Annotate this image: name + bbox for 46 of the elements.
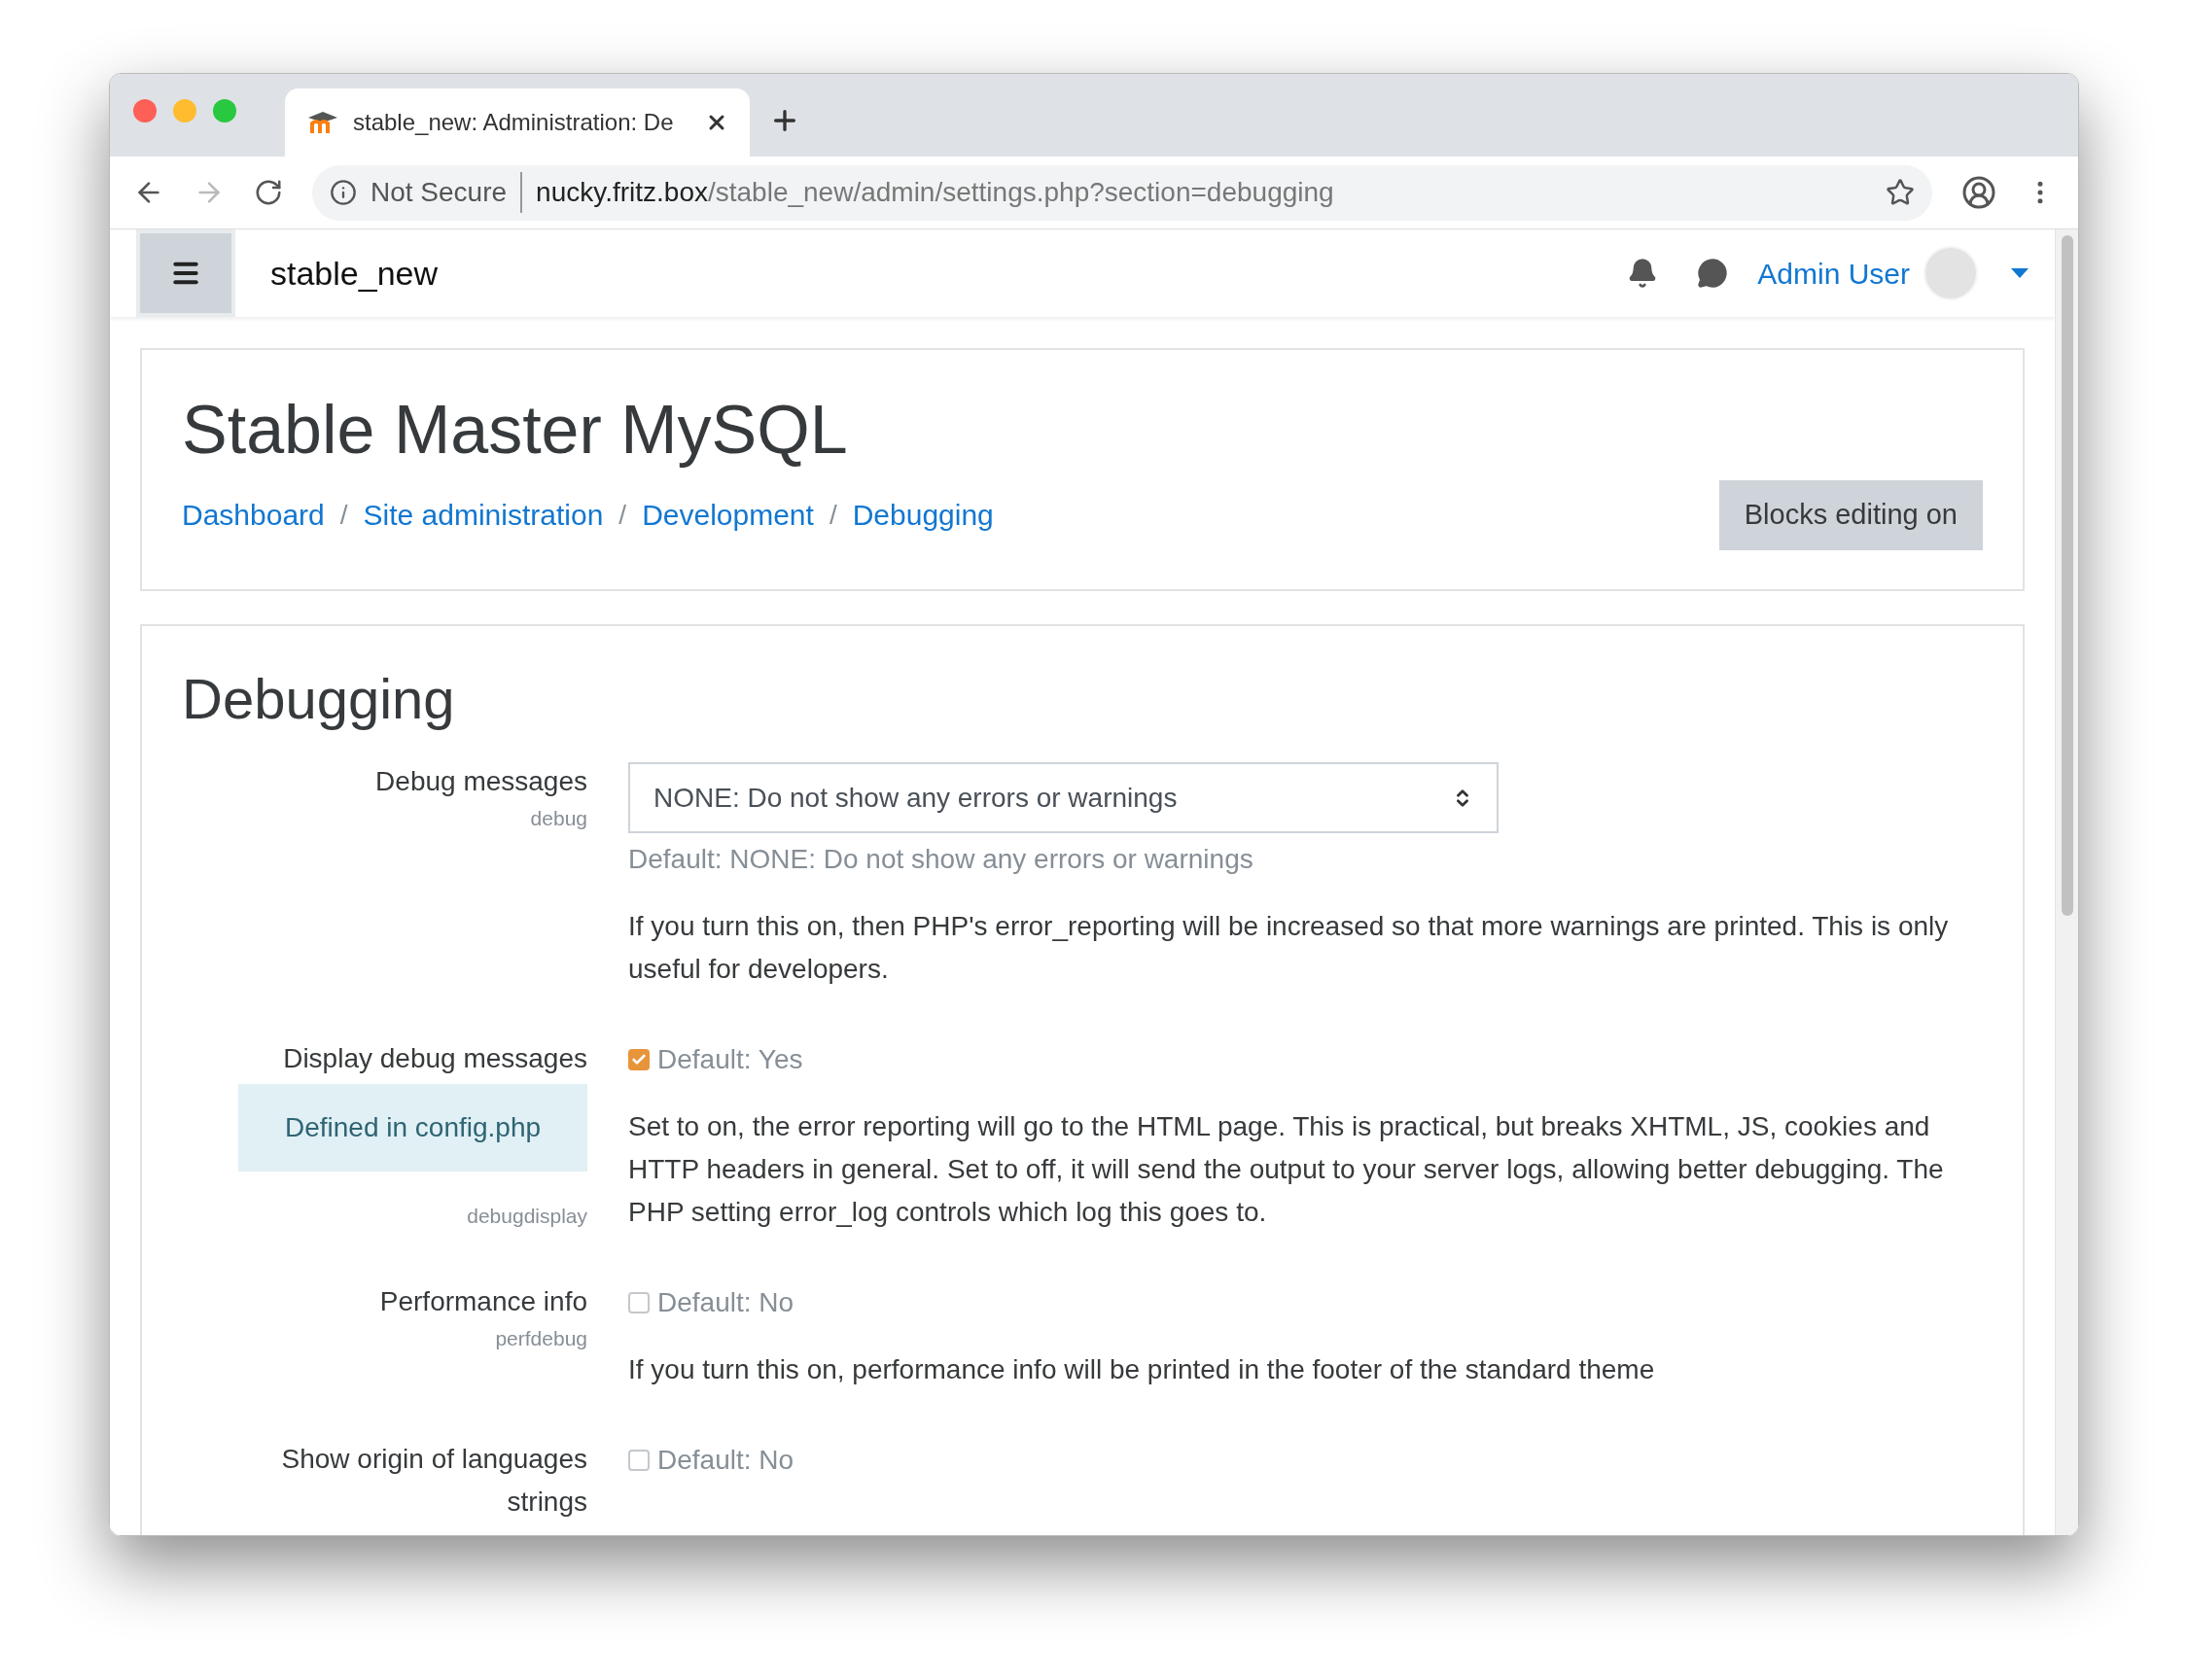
breadcrumb-separator: / xyxy=(339,498,348,532)
checkbox[interactable] xyxy=(628,1049,650,1070)
dropdown-caret-icon[interactable] xyxy=(2011,268,2029,278)
setting-label: Display debug messages xyxy=(283,1042,587,1075)
breadcrumb-link[interactable]: Site administration xyxy=(363,493,604,537)
setting-description: Set to on, the error reporting will go to the HTML page. This is practical, but breaks XHTML, JS, cookies and HTTP headers in general. Set to off, it will send the output to your server logs, allowing better debugging. The PHP setting error_log controls which log this goes to. xyxy=(628,1110,1945,1229)
breadcrumb-link[interactable]: Development xyxy=(642,493,814,537)
section-title: Debugging xyxy=(182,666,456,732)
page-title: Stable Master MySQL xyxy=(182,391,849,470)
mortarboard-logo-icon xyxy=(306,110,339,135)
breadcrumb-separator: / xyxy=(618,498,627,532)
check-icon xyxy=(631,1052,647,1068)
checkbox[interactable] xyxy=(628,1292,650,1313)
address-bar[interactable]: Not Secure nucky.fritz.box/stable_new/admin/settings.php?section=debugging xyxy=(312,164,1932,221)
bookmark-star-icon[interactable] xyxy=(1886,178,1915,207)
checkbox[interactable] xyxy=(628,1450,650,1471)
breadcrumb-link[interactable]: Dashboard xyxy=(182,493,325,537)
setting-description: If you turn this on, performance info will be printed in the footer of the standard theme xyxy=(628,1353,1656,1386)
default-value: Default: No xyxy=(657,1444,794,1477)
security-label: Not Secure xyxy=(371,172,523,213)
scrollbar-thumb[interactable] xyxy=(2061,235,2073,916)
blocks-editing-button[interactable]: Blocks editing on xyxy=(1718,480,1983,550)
user-name[interactable]: Admin User xyxy=(1757,251,1910,296)
setting-label: Performance info xyxy=(379,1285,587,1318)
debug-level-select[interactable]: NONE: Do not show any errors or warnings xyxy=(628,762,1499,833)
setting-name: perfdebug xyxy=(495,1326,587,1351)
default-value: Default: No xyxy=(657,1286,794,1319)
breadcrumb-separator: / xyxy=(829,498,837,532)
setting-label: Debug messages xyxy=(375,765,587,798)
setting-description: If you turn this on, then PHP's error_reporting will be increased so that more warnings are printed. This is only useful for developers. xyxy=(628,910,1950,986)
url-text: nucky.fritz.box/stable_new/admin/settings.php?section=debugging xyxy=(536,176,1335,209)
profile-icon[interactable] xyxy=(1961,175,1996,210)
messages-icon[interactable] xyxy=(1697,258,1729,289)
setting-name: debug xyxy=(530,806,587,831)
setting-name: debugdisplay xyxy=(467,1204,587,1229)
default-value: Default: NONE: Do not show any errors or warnings xyxy=(628,843,1254,876)
breadcrumb-link[interactable]: Debugging xyxy=(852,493,994,537)
menu-button[interactable] xyxy=(136,229,235,317)
setting-label: Show origin of languages strings xyxy=(280,1443,587,1519)
browser-tab[interactable]: stable_new: Administration: De xyxy=(285,88,750,157)
reload-icon[interactable] xyxy=(254,178,283,207)
tab-title: stable_new: Administration: De xyxy=(353,108,675,137)
info-icon xyxy=(330,179,357,206)
default-value: Default: Yes xyxy=(657,1043,803,1076)
config-notice: Defined in config.php xyxy=(238,1084,587,1172)
site-name[interactable]: stable_new xyxy=(270,248,1628,298)
